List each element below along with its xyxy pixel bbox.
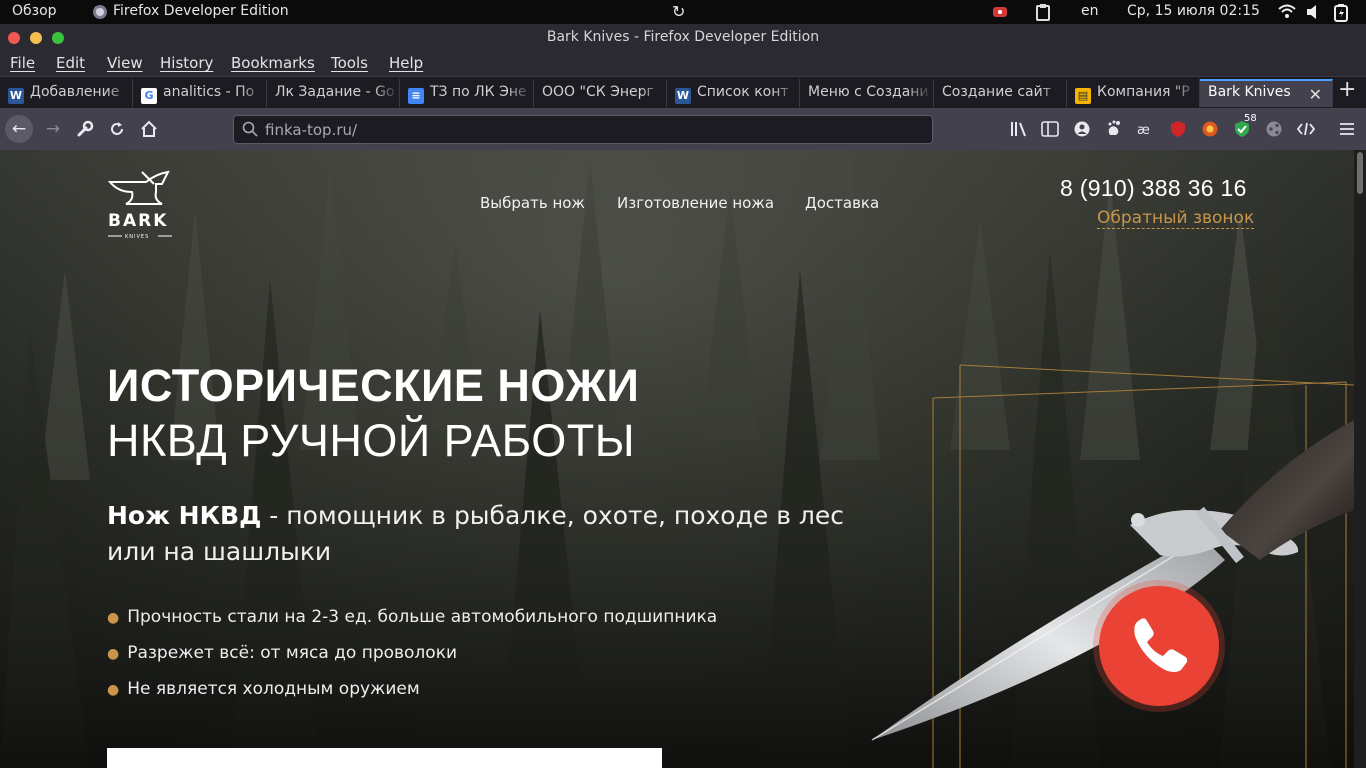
google-icon: G (141, 88, 157, 104)
menu-view[interactable]: View (107, 54, 143, 72)
wifi-icon[interactable] (1278, 4, 1296, 18)
menu-tools[interactable]: Tools (331, 54, 368, 72)
sidebar-icon[interactable] (1041, 120, 1059, 138)
forward-button[interactable]: → (39, 115, 67, 143)
docs-icon: ≡ (408, 88, 424, 104)
menu-bar: File Edit View History Bookmarks Tools H… (0, 52, 1366, 76)
phone-icon (1134, 618, 1188, 672)
share-extension-icon[interactable] (1265, 120, 1283, 138)
hero-lead: Нож НКВД - помощник в рыбалке, охоте, по… (107, 498, 887, 570)
hero-subheading: НКВД РУЧНОЙ РАБОТЫ (107, 415, 636, 466)
ghostery-extension-icon[interactable] (1201, 120, 1219, 138)
tab[interactable]: W Добавление (0, 79, 133, 107)
knife-image (871, 364, 1354, 768)
library-icon[interactable] (1010, 120, 1028, 138)
list-item: ● Разрежет всё: от мяса до проволоки (107, 643, 458, 663)
extension-badge: 58 (1244, 113, 1257, 124)
hero-heading: ИСТОРИЧЕСКИЕ НОЖИ (107, 360, 640, 411)
keyboard-layout[interactable]: en (1081, 3, 1099, 19)
translate-extension-icon[interactable]: æ (1137, 120, 1155, 138)
reload-icon[interactable] (108, 120, 126, 138)
feature-text: Разрежет всё: от мяса до проволоки (127, 643, 458, 663)
nav-delivery[interactable]: Доставка (805, 194, 879, 212)
list-item: ● Прочность стали на 2-3 ед. больше автом… (107, 607, 718, 627)
tab[interactable]: Лк Задание - Go (267, 79, 400, 107)
cta-button[interactable] (107, 748, 662, 768)
tab-label: ООО "СК Энерг (542, 84, 654, 100)
refresh-icon[interactable]: ↻ (672, 2, 685, 21)
menu-file[interactable]: File (10, 54, 35, 72)
web-page: BARK KNIVES Выбрать нож Изготовление нож… (0, 150, 1354, 768)
clock[interactable]: Ср, 15 июля 02:15 (1127, 3, 1260, 19)
menu-history[interactable]: History (160, 54, 213, 72)
home-icon[interactable] (140, 120, 158, 138)
new-tab-button[interactable]: + (1338, 77, 1356, 102)
call-button[interactable] (1099, 586, 1219, 706)
tab[interactable]: Ganalitics - По (133, 79, 267, 107)
slides-icon: ▤ (1075, 88, 1091, 104)
svg-text:KNIVES: KNIVES (125, 234, 149, 240)
window-titlebar[interactable]: Bark Knives - Firefox Developer Edition (0, 24, 1366, 52)
menu-edit[interactable]: Edit (56, 54, 85, 72)
devtools-icon[interactable] (1297, 120, 1315, 138)
scrollbar-thumb[interactable] (1357, 152, 1363, 194)
nav-choose-knife[interactable]: Выбрать нож (480, 194, 585, 212)
feature-text: Прочность стали на 2-3 ед. больше автомо… (127, 607, 718, 627)
bark-knives-logo[interactable]: BARK KNIVES (106, 170, 174, 240)
window-title: Bark Knives - Firefox Developer Edition (546, 29, 820, 45)
tab-strip: W Добавление Ganalitics - По Лк Задание -… (0, 76, 1366, 108)
phone-number[interactable]: 8 (910) 388 36 16 (1060, 175, 1247, 202)
clipboard-icon[interactable] (1036, 4, 1050, 21)
svg-text:æ: æ (1137, 123, 1150, 138)
word-icon: W (675, 88, 691, 104)
notification-icon[interactable] (992, 4, 1008, 20)
menu-help[interactable]: Help (389, 54, 423, 72)
callback-link[interactable]: Обратный звонок (1097, 209, 1255, 229)
tab-label: Создание сайт (942, 84, 1051, 100)
nav-knife-making[interactable]: Изготовление ножа (617, 194, 774, 212)
battery-icon[interactable] (1334, 4, 1348, 22)
url-text[interactable]: finka-top.ru/ (265, 121, 357, 139)
account-icon[interactable] (1073, 120, 1091, 138)
app-name[interactable]: Firefox Developer Edition (113, 3, 289, 19)
shield-extension-icon[interactable] (1169, 120, 1187, 138)
activities-button[interactable]: Обзор (12, 3, 57, 19)
tab[interactable]: Создание сайт (934, 79, 1067, 107)
feature-list: ● Прочность стали на 2-3 ед. больше автом… (107, 605, 717, 713)
firefox-dev-icon (93, 5, 107, 19)
tab-label: Bark Knives (1208, 84, 1291, 100)
os-top-panel: Обзор Firefox Developer Edition ↻ en Ср,… (0, 0, 1366, 24)
tab[interactable]: W Список конт (667, 79, 800, 107)
back-button[interactable]: ← (5, 115, 33, 143)
search-icon (242, 121, 258, 137)
wrench-icon[interactable] (76, 120, 94, 138)
list-item: ● Не является холодным оружием (107, 679, 420, 699)
tab[interactable]: ▤ Компания "Р (1067, 79, 1200, 107)
page-scrollbar[interactable] (1354, 150, 1366, 768)
url-bar[interactable]: finka-top.ru/ (233, 115, 933, 144)
tab-active[interactable]: Bark Knives ✕ (1200, 79, 1333, 107)
svg-text:BARK: BARK (108, 211, 168, 231)
tab[interactable]: ≡ ТЗ по ЛК Эне (400, 79, 534, 107)
gnome-extension-icon[interactable] (1105, 120, 1123, 138)
word-icon: W (8, 88, 24, 104)
navigation-toolbar: ← → finka-top.ru/ æ 58 (0, 108, 1366, 150)
menu-bookmarks[interactable]: Bookmarks (231, 54, 315, 72)
tab[interactable]: Меню с Создани (800, 79, 934, 107)
feature-text: Не является холодным оружием (127, 679, 420, 699)
hamburger-menu-icon[interactable] (1338, 120, 1356, 138)
volume-icon[interactable] (1306, 4, 1320, 20)
tab[interactable]: ООО "СК Энерг (534, 79, 667, 107)
close-tab-icon[interactable]: ✕ (1309, 85, 1322, 104)
lead-product-name: Нож НКВД (107, 501, 262, 530)
